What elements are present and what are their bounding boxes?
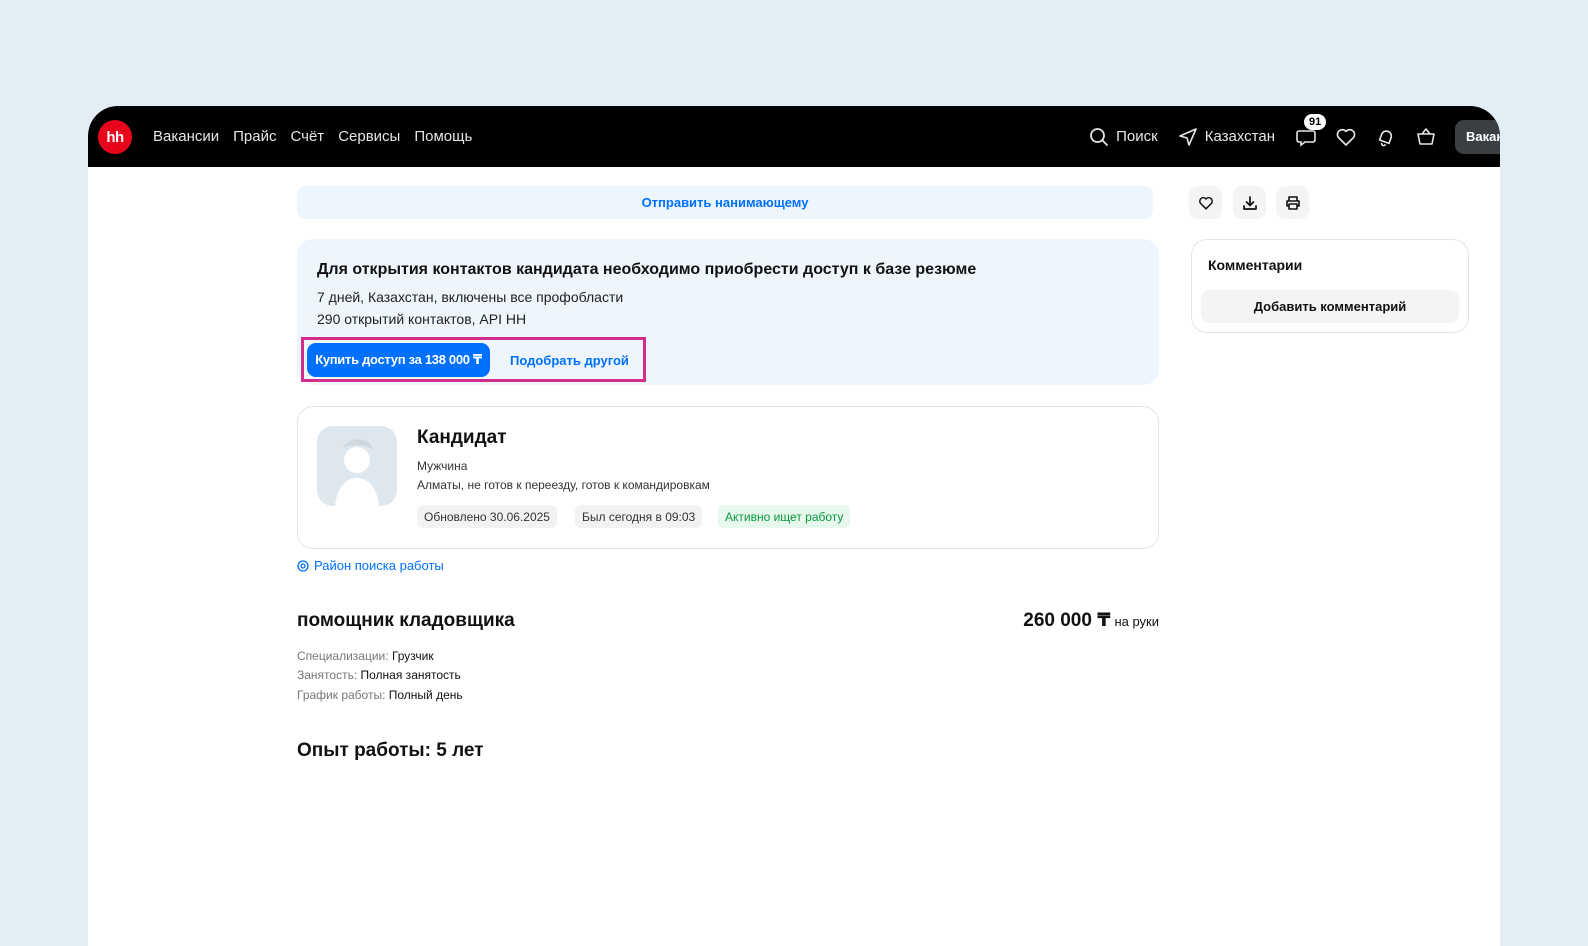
job-title: помощник кладовщика xyxy=(297,610,515,631)
bell-icon xyxy=(1378,129,1393,146)
basket-icon xyxy=(1417,127,1435,145)
job-search-region-link[interactable]: Район поиска работы xyxy=(297,558,444,573)
choose-other-button[interactable]: Подобрать другой xyxy=(510,343,629,377)
nav-invoice[interactable]: Счёт xyxy=(290,128,324,145)
search-label: Поиск xyxy=(1116,128,1158,145)
schedule-label: График работы: xyxy=(297,688,386,702)
employment-row: Занятость: Полная занятость xyxy=(297,668,461,682)
schedule-row: График работы: Полный день xyxy=(297,688,463,702)
bell-button[interactable] xyxy=(1375,126,1397,148)
updated-badge: Обновлено 30.06.2025 xyxy=(417,505,557,528)
specialization-value: Грузчик xyxy=(391,649,434,663)
employment-label: Занятость: xyxy=(297,668,358,682)
search-icon xyxy=(1090,127,1109,146)
employment-value: Полная занятость xyxy=(360,668,461,682)
favorite-resume-button[interactable] xyxy=(1189,186,1222,219)
download-icon xyxy=(1242,195,1257,210)
salary-amount: 260 000 ₸ xyxy=(1023,610,1111,631)
schedule-value: Полный день xyxy=(388,688,463,702)
nav-vacancies[interactable]: Вакансии xyxy=(153,128,219,145)
user-silhouette-icon xyxy=(317,426,397,506)
region-label: Казахстан xyxy=(1204,128,1275,145)
buy-access-button[interactable]: Купить доступ за 138 000 ₸ xyxy=(307,343,490,377)
access-tariff-line: 7 дней, Казахстан, включены все профобла… xyxy=(317,289,624,305)
favorites-button[interactable] xyxy=(1335,126,1357,148)
salary: 260 000 ₸ на руки xyxy=(1023,609,1159,632)
nav-price[interactable]: Прайс xyxy=(233,128,276,145)
comments-card: Комментарии Добавить комментарий xyxy=(1191,239,1469,333)
location-pin-icon xyxy=(297,559,309,572)
download-button[interactable] xyxy=(1233,186,1266,219)
access-title: Для открытия контактов кандидата необход… xyxy=(317,261,977,278)
location-arrow-icon xyxy=(1178,127,1197,146)
region-button[interactable]: Казахстан xyxy=(1178,127,1275,147)
candidate-name: Кандидат xyxy=(417,427,507,448)
heart-icon xyxy=(1336,128,1356,146)
access-purchase-card: Для открытия контактов кандидата необход… xyxy=(297,239,1159,385)
main-nav: Вакансии Прайс Счёт Сервисы Помощь xyxy=(153,106,472,167)
top-navigation-bar: hh Вакансии Прайс Счёт Сервисы Помощь По… xyxy=(88,106,1500,167)
app-window: hh Вакансии Прайс Счёт Сервисы Помощь По… xyxy=(88,106,1500,946)
candidate-gender: Мужчина xyxy=(417,459,468,473)
specialization-row: Специализации: Грузчик xyxy=(297,649,434,663)
search-button[interactable]: Поиск xyxy=(1089,127,1158,147)
access-contacts-line: 290 открытий контактов, API HH xyxy=(317,311,527,327)
print-button[interactable] xyxy=(1276,186,1309,219)
send-to-hirer-button[interactable]: Отправить нанимающему xyxy=(297,186,1153,219)
salary-note: на руки xyxy=(1114,614,1159,629)
last-seen-badge: Был сегодня в 09:03 xyxy=(575,505,703,528)
hh-logo[interactable]: hh xyxy=(98,120,132,154)
printer-icon xyxy=(1285,195,1300,210)
candidate-location: Алматы, не готов к переезду, готов к ком… xyxy=(417,478,710,492)
chat-button[interactable]: 91 xyxy=(1295,113,1327,148)
region-link-label: Район поиска работы xyxy=(314,558,444,573)
heart-icon xyxy=(1198,196,1213,210)
candidate-card: Кандидат Мужчина Алматы, не готов к пере… xyxy=(297,406,1159,549)
vacancies-button[interactable]: Вакансии xyxy=(1455,119,1500,154)
cart-button[interactable] xyxy=(1415,126,1437,148)
specialization-label: Специализации: xyxy=(297,649,389,663)
avatar xyxy=(317,426,397,506)
experience-heading: Опыт работы: 5 лет xyxy=(297,740,484,761)
nav-services[interactable]: Сервисы xyxy=(338,128,400,145)
status-badge: Активно ищет работу xyxy=(718,505,851,528)
right-nav: Поиск Казахстан 91 Вакансии xyxy=(1089,106,1500,167)
nav-help[interactable]: Помощь xyxy=(414,128,472,145)
add-comment-button[interactable]: Добавить комментарий xyxy=(1201,290,1459,323)
comments-title: Комментарии xyxy=(1208,257,1303,273)
notification-badge: 91 xyxy=(1304,113,1327,130)
